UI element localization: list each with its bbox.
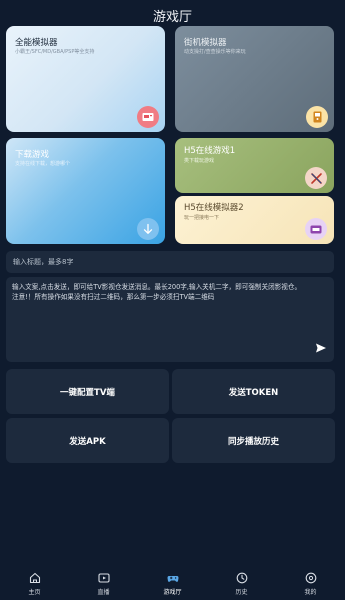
card-title: 下载游戏 (15, 150, 50, 160)
message-textarea[interactable]: 输入文案,点击发送，即可给TV影视仓发送消息。最长200字,输入关机二字，即可强… (6, 277, 334, 362)
arcade-cabinet-icon (306, 106, 328, 128)
arcade-emulator-card[interactable]: 街机模拟器 动支操打/查查操乐等你来玩 (175, 26, 334, 132)
nav-label: 主页 (28, 589, 41, 596)
card-title: H5在线模拟器2 (184, 203, 244, 213)
configure-tv-button[interactable]: 一键配置TV端 (6, 369, 169, 414)
bottom-nav: 主页 直播 游戏厅 历史 我的 (0, 566, 345, 600)
send-apk-button[interactable]: 发送APK (6, 418, 169, 463)
nav-item-history[interactable]: 历史 (207, 566, 276, 600)
crossed-swords-icon (305, 167, 327, 189)
nav-label: 游戏厅 (163, 589, 182, 596)
card-subtitle: 玩一把接电一下 (184, 215, 220, 221)
profile-icon (305, 572, 316, 584)
card-subtitle: 小霸王/SFC/MD/GBA/PSP等全支持 (15, 49, 95, 55)
title-input[interactable] (6, 251, 334, 273)
card-title: 全能模拟器 (15, 38, 58, 48)
clock-icon (236, 572, 247, 584)
card-title: 街机模拟器 (184, 38, 227, 48)
nav-label: 历史 (235, 589, 248, 596)
sync-history-button[interactable]: 同步播放历史 (172, 418, 335, 463)
all-emulator-card[interactable]: 全能模拟器 小霸王/SFC/MD/GBA/PSP等全支持 (6, 26, 165, 132)
nav-label: 直播 (97, 589, 110, 596)
live-tv-icon (97, 573, 110, 583)
cartridge-icon (137, 106, 159, 128)
home-icon (29, 572, 40, 584)
nav-label: 我的 (304, 589, 317, 596)
send-token-button[interactable]: 发送TOKEN (172, 369, 335, 414)
message-text: 输入文案,点击发送，即可给TV影视仓发送消息。最长200字,输入关机二字，即可强… (12, 283, 302, 301)
download-arrow-icon (137, 218, 159, 240)
h5-online-game-card[interactable]: H5在线游戏1 类下载玩游戏 (175, 138, 334, 193)
nav-item-profile[interactable]: 我的 (276, 566, 345, 600)
download-games-card[interactable]: 下载游戏 支持在线下载，想游哪个 (6, 138, 165, 244)
card-subtitle: 类下载玩游戏 (184, 158, 215, 164)
card-title: H5在线游戏1 (184, 146, 236, 156)
card-subtitle: 动支操打/查查操乐等你来玩 (184, 49, 246, 55)
gamepad-icon (167, 576, 178, 582)
nav-item-arcade[interactable]: 游戏厅 (138, 566, 207, 600)
h5-online-emulator-card[interactable]: H5在线模拟器2 玩一把接电一下 (175, 196, 334, 244)
nav-item-home[interactable]: 主页 (0, 566, 69, 600)
card-subtitle: 支持在线下载，想游哪个 (15, 161, 71, 167)
send-icon[interactable] (315, 342, 327, 354)
page-title: 游戏厅 (152, 10, 192, 25)
ticket-icon (305, 218, 327, 240)
nav-item-live[interactable]: 直播 (69, 566, 138, 600)
